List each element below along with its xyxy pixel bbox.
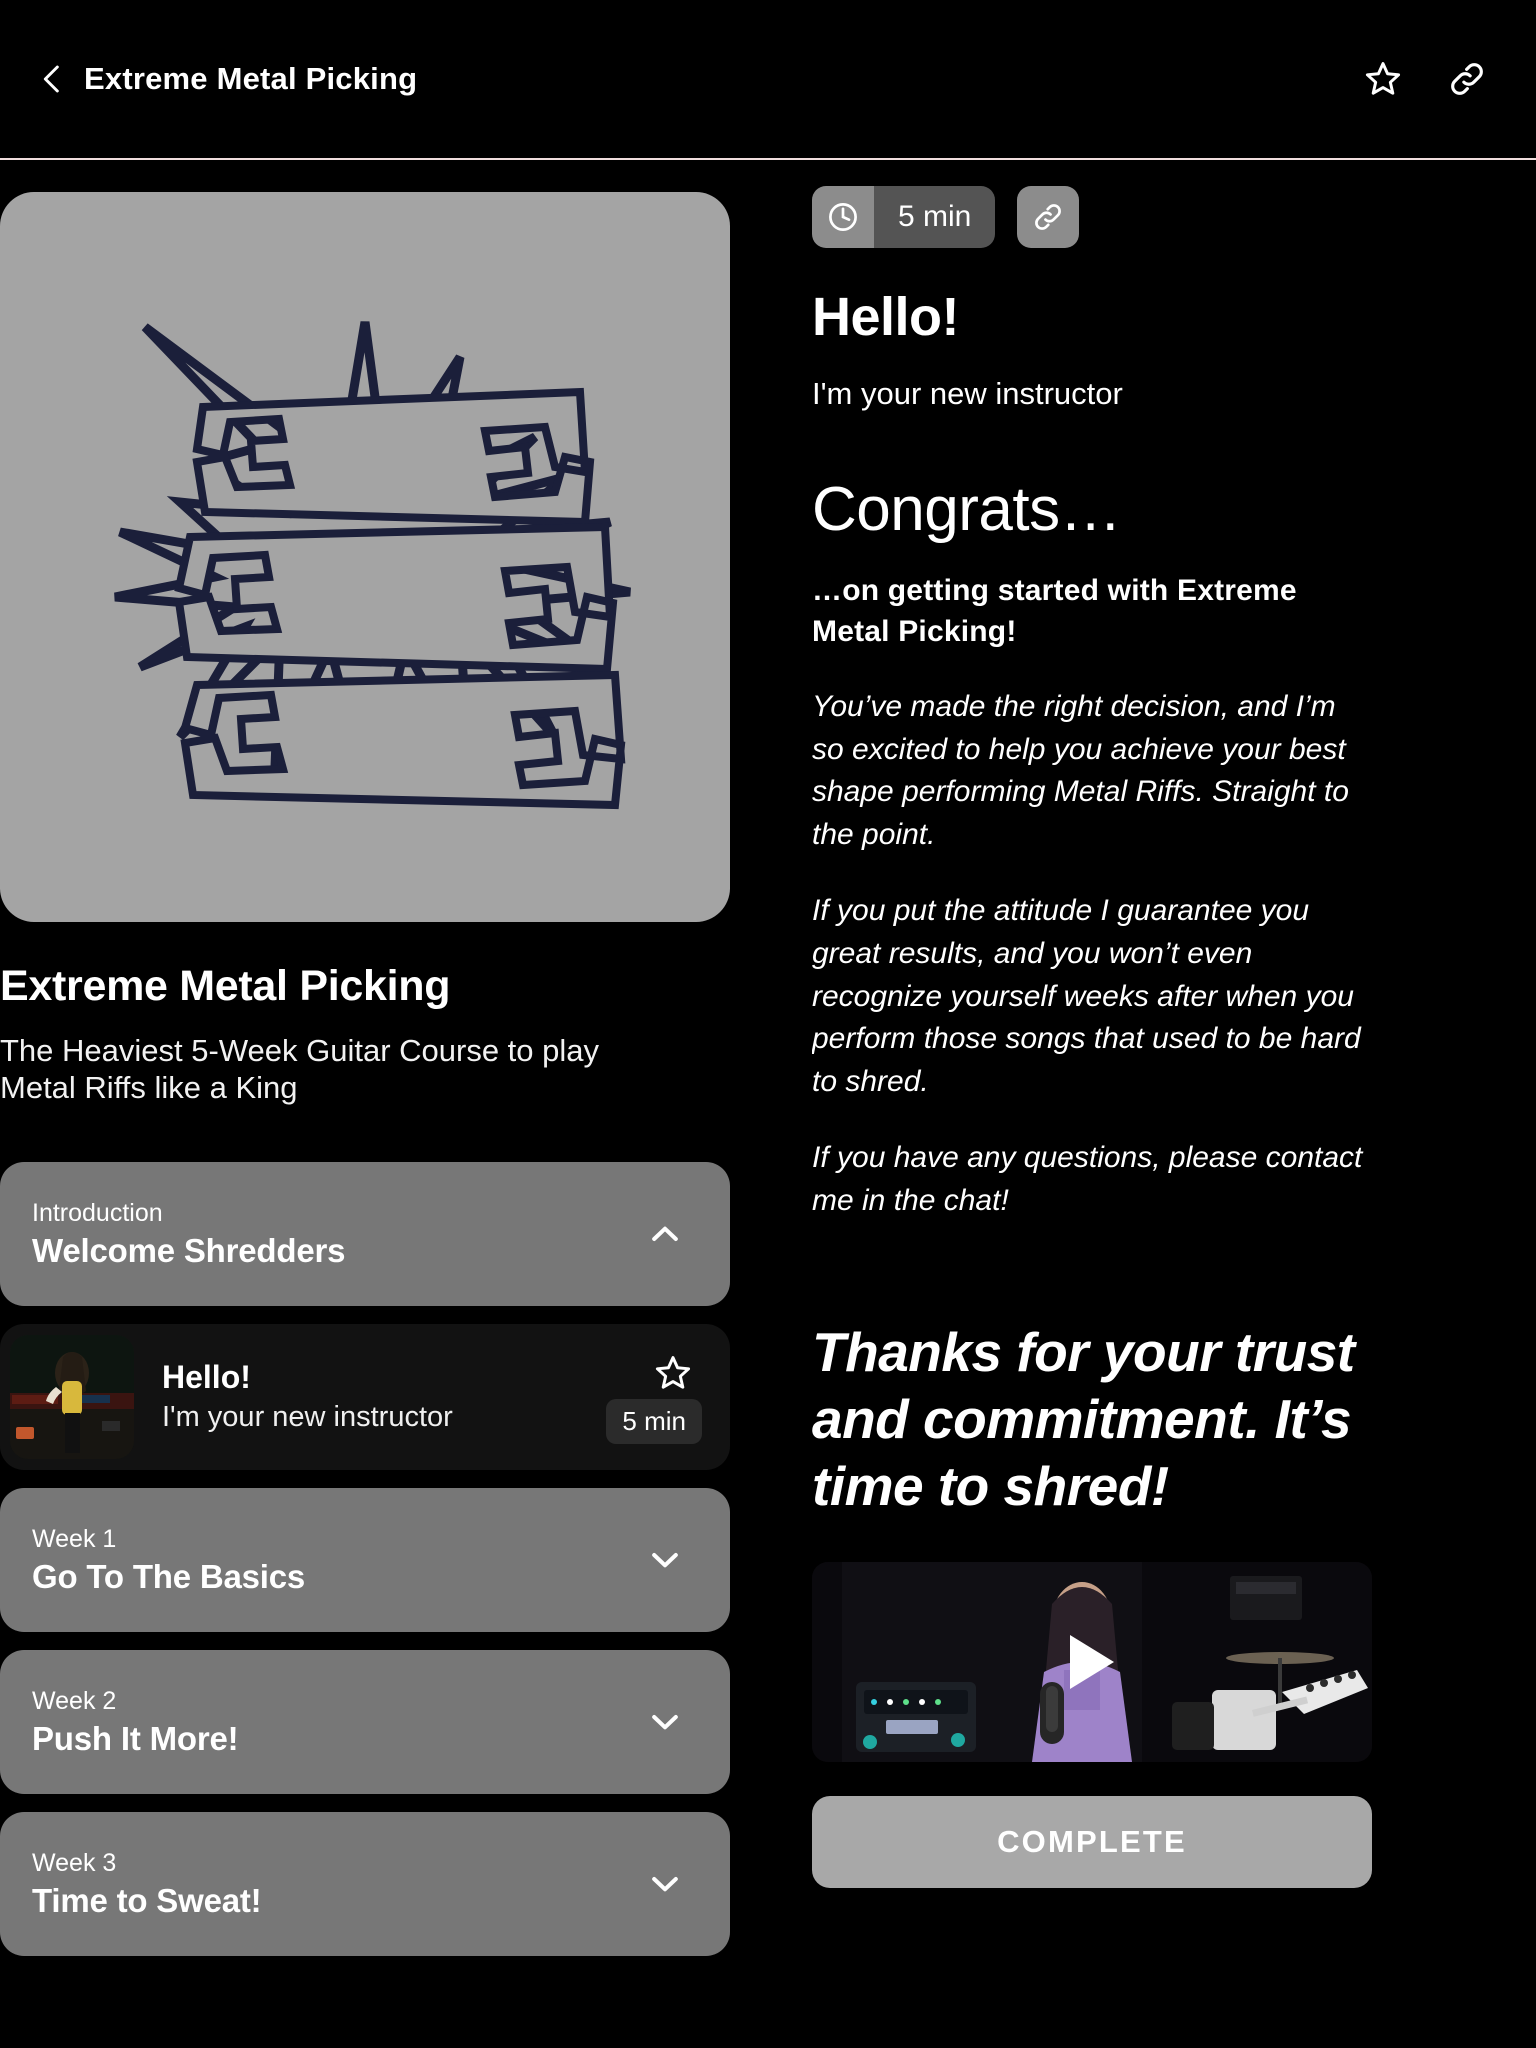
- main-content: Extreme Metal Picking The Heaviest 5-Wee…: [0, 162, 1536, 2048]
- section-toggle-introduction[interactable]: [642, 1211, 688, 1257]
- section-kicker: Week 1: [32, 1525, 117, 1554]
- lesson-heading: Hello!: [812, 287, 960, 347]
- lesson-list-item-hello[interactable]: Hello! I'm your new instructor 5 min: [0, 1324, 730, 1470]
- lesson-meta-badges: 5 min: [812, 186, 1492, 248]
- section-toggle-week-1[interactable]: [642, 1537, 688, 1583]
- course-title: Extreme Metal Picking: [0, 962, 451, 1010]
- lesson-text: Hello! I'm your new instructor: [162, 1357, 453, 1438]
- extreme-metal-picking-logo-icon: [114, 321, 631, 810]
- clock-icon: [829, 203, 857, 231]
- chevron-up-icon: [652, 1226, 678, 1241]
- lesson-duration-text: 5 min: [874, 186, 996, 248]
- play-icon[interactable]: [1070, 1634, 1114, 1689]
- section-kicker: Week 3: [32, 1849, 117, 1878]
- section-title: Go To The Basics: [32, 1557, 306, 1595]
- page-title: Extreme Metal Picking: [84, 61, 418, 96]
- chevron-down-icon: [652, 1553, 678, 1568]
- chevron-down-icon: [652, 1877, 678, 1892]
- lesson-subtitle: I'm your new instructor: [162, 1401, 453, 1434]
- section-header-week-2[interactable]: Week 2 Push It More!: [0, 1650, 730, 1794]
- course-subtitle: The Heaviest 5-Week Guitar Course to pla…: [0, 1033, 600, 1106]
- clock-icon-wrapper: [812, 186, 874, 248]
- share-link-button[interactable]: [1440, 52, 1494, 106]
- guitarist-on-stage-thumbnail-icon: [10, 1335, 134, 1459]
- section-header-text: Week 1 Go To The Basics: [32, 1523, 305, 1597]
- star-outline-icon: [1365, 62, 1401, 95]
- section-header-week-1[interactable]: Week 1 Go To The Basics: [0, 1488, 730, 1632]
- course-cover-image: [0, 192, 730, 922]
- complete-button[interactable]: COMPLETE: [812, 1795, 1372, 1888]
- lesson-detail-screen: Extreme Metal Picking Extreme Metal Pick…: [0, 0, 1536, 2048]
- link-icon: [1035, 204, 1062, 230]
- section-header-introduction[interactable]: Introduction Welcome Shredders: [0, 1162, 730, 1306]
- lesson-duration-chip: 5 min: [812, 186, 996, 248]
- chevron-left-icon: [43, 65, 59, 93]
- curriculum-list: Introduction Welcome Shredders Hello! I'…: [0, 1162, 730, 1974]
- lesson-thumbnail: [10, 1335, 134, 1459]
- course-sidebar: Extreme Metal Picking The Heaviest 5-Wee…: [0, 162, 732, 2048]
- section-kicker: Introduction: [32, 1199, 163, 1228]
- section-title: Welcome Shredders: [32, 1231, 346, 1269]
- section-title: Time to Sweat!: [32, 1881, 262, 1919]
- topbar-actions: [1356, 52, 1494, 106]
- course-logo-art: [0, 192, 730, 922]
- lesson-duration-badge: 5 min: [606, 1399, 702, 1444]
- section-header-week-3[interactable]: Week 3 Time to Sweat!: [0, 1812, 730, 1956]
- thanks-heading: Thanks for your trust and commitment. It…: [812, 1320, 1355, 1517]
- lesson-video-player[interactable]: [812, 1561, 1372, 1762]
- top-app-bar: Extreme Metal Picking: [0, 0, 1536, 160]
- lesson-favorite-button[interactable]: [652, 1352, 694, 1394]
- chevron-down-icon: [652, 1715, 678, 1730]
- lesson-paragraph-2: If you put the attitude I guarantee you …: [812, 894, 1361, 1098]
- section-kicker: Week 2: [32, 1687, 117, 1716]
- section-toggle-week-2[interactable]: [642, 1699, 688, 1745]
- favorite-button[interactable]: [1356, 52, 1410, 106]
- lesson-link-button[interactable]: [1017, 186, 1080, 248]
- back-button[interactable]: [30, 51, 74, 107]
- section-header-text: Week 2 Push It More!: [32, 1685, 239, 1759]
- section-toggle-week-3[interactable]: [642, 1861, 688, 1907]
- congrats-bold-text: …on getting started with Extreme Metal P…: [812, 574, 1297, 648]
- lesson-detail-panel: 5 min Hello! I'm your new instructor Con…: [812, 162, 1492, 2048]
- lesson-paragraph-3: If you have any questions, please contac…: [812, 1141, 1363, 1217]
- congrats-heading: Congrats…: [812, 475, 1122, 544]
- section-title: Push It More!: [32, 1719, 239, 1757]
- section-header-text: Week 3 Time to Sweat!: [32, 1847, 262, 1921]
- section-header-text: Introduction Welcome Shredders: [32, 1197, 345, 1271]
- star-outline-icon: [655, 1356, 691, 1389]
- link-icon: [1451, 63, 1483, 95]
- lesson-title: Hello!: [162, 1358, 251, 1395]
- lesson-subheading: I'm your new instructor: [812, 376, 1123, 411]
- lesson-paragraph-1: You’ve made the right decision, and I’m …: [812, 690, 1349, 851]
